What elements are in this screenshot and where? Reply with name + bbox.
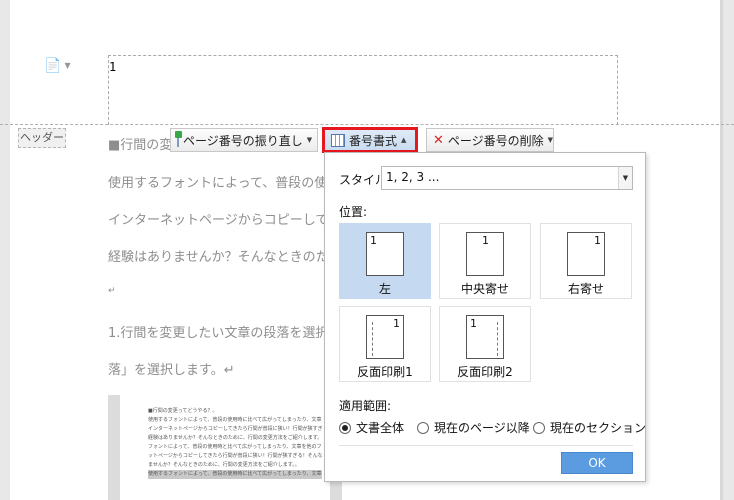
doc-line: インターネットページからコピーして: [108, 213, 329, 228]
page-shadow: [720, 0, 723, 500]
number-format-label: 番号書式: [349, 133, 398, 148]
chevron-up-icon: ▲: [401, 136, 407, 144]
chevron-down-icon[interactable]: ▼: [618, 167, 632, 189]
delete-icon: ✕: [433, 132, 444, 148]
thumbnail-line: フォントによって、普段の使用時と比べて広がってしまったり、文章を他のファイルやイ…: [148, 444, 322, 450]
renumber-label: ページ番号の振り直し: [183, 133, 303, 148]
position-option-mirror-1[interactable]: 1 反面印刷1: [339, 306, 431, 382]
position-caption: 中央寄せ: [460, 282, 509, 296]
position-caption: 右寄せ: [567, 282, 604, 296]
renumber-pages-button[interactable]: ページ番号の振り直し ▼: [170, 128, 318, 152]
preview-number: 1: [393, 317, 400, 330]
number-format-button[interactable]: 番号書式 ▲: [322, 127, 418, 153]
thumbnail-line: 経験はありませんか？そんなときのために、行間の変更方法をご紹介します。使用する: [148, 435, 322, 441]
header-boundary: [0, 124, 734, 125]
scope-radio-current-section[interactable]: 現在のセクション: [533, 419, 646, 436]
ok-button[interactable]: OK: [561, 452, 633, 474]
style-select[interactable]: 1, 2, 3 ... ▼: [381, 166, 633, 190]
header-area[interactable]: [108, 55, 618, 125]
delete-page-number-button[interactable]: ✕ ページ番号の削除 ▼: [426, 128, 554, 152]
page-preview: 1: [366, 315, 404, 359]
scope-option-label: 文書全体: [356, 421, 405, 435]
chevron-down-icon: ▼: [306, 136, 313, 144]
thumbnail-line: ■行間の変更ってどうやる？。: [148, 408, 218, 414]
scope-option-label: 現在のセクション: [550, 421, 647, 435]
position-option-center[interactable]: 1 中央寄せ: [439, 223, 531, 299]
scope-label: 適用範囲:: [339, 399, 392, 413]
page-thumbnail: ■行間の変更ってどうやる？。 使用するフォントによって、普段の使用時に比べて広が…: [108, 395, 342, 500]
scope-option-label: 現在のページ以降: [434, 421, 530, 435]
gutter-line: [497, 322, 498, 356]
preview-number: 1: [370, 234, 377, 247]
thumbnail-line: 使用するフォントによって、普段の使用時に比べて広がってしまったり、文章を他のファ…: [148, 417, 322, 423]
doc-line: 落」を選択します。↵: [108, 363, 235, 378]
position-option-mirror-2[interactable]: 1 反面印刷2: [439, 306, 531, 382]
document-icon[interactable]: 📄 ▼: [44, 58, 74, 76]
doc-line: 使用するフォントによって、普段の使: [108, 176, 328, 191]
position-option-left[interactable]: 1 左: [339, 223, 431, 299]
number-format-panel: スタイル: 1, 2, 3 ... ▼ 位置: 1 左 1 中央寄せ 1 右寄せ…: [324, 152, 646, 482]
position-caption: 反面印刷1: [357, 365, 413, 379]
thumbnail-line: 使用するフォントによって、普段の使用時に比べて広がってしまったり、文章を他のファ…: [148, 470, 322, 479]
renumber-icon: [175, 131, 182, 147]
header-page-number: 1: [109, 60, 117, 74]
page-preview: 1: [567, 232, 605, 276]
position-label: 位置:: [339, 205, 368, 219]
chevron-down-icon: ▼: [64, 61, 71, 70]
thumbnail-line: ませんか？そんなときのために、行間の変更方法をご紹介します。。: [148, 462, 300, 468]
doc-line: 経験はありませんか？そんなときのた: [108, 250, 329, 265]
position-caption: 左: [378, 282, 391, 296]
gutter-line: [372, 322, 373, 356]
doc-line: ■行間の変: [108, 138, 173, 153]
thumbnail-line: ットページからコピーしてきたら行間が普段に狭い！行間が狭すぎる！そんな経験はあり: [148, 453, 322, 459]
preview-number: 1: [594, 234, 601, 247]
scope-radio-from-current-page[interactable]: 現在のページ以降: [417, 419, 530, 436]
position-caption: 反面印刷2: [457, 365, 513, 379]
page-preview: 1: [366, 232, 404, 276]
page-preview: 1: [466, 232, 504, 276]
number-format-icon: [331, 133, 345, 147]
preview-number: 1: [470, 317, 477, 330]
thumbnail-page: ■行間の変更ってどうやる？。 使用するフォントによって、普段の使用時に比べて広が…: [120, 395, 330, 500]
divider: [339, 445, 633, 446]
radio-icon: [417, 421, 429, 434]
thumbnail-line: インターネットページからコピーしてきたら行間が普段に狭い！行間が狭すぎる！そんな: [148, 426, 322, 432]
position-option-right[interactable]: 1 右寄せ: [540, 223, 632, 299]
radio-icon: [533, 421, 545, 434]
radio-selected-icon: [339, 421, 351, 434]
preview-number: 1: [482, 234, 489, 247]
chevron-down-icon: ▼: [547, 136, 554, 144]
delete-label: ページ番号の削除: [447, 133, 544, 148]
doc-line: ↵: [108, 286, 116, 296]
style-value: 1, 2, 3 ...: [386, 170, 440, 184]
header-tag: ヘッダー: [18, 128, 66, 148]
scope-radio-whole-document[interactable]: 文書全体: [339, 419, 404, 436]
page-preview: 1: [466, 315, 504, 359]
doc-line: 1.行間を変更したい文章の段落を選択: [108, 326, 329, 341]
